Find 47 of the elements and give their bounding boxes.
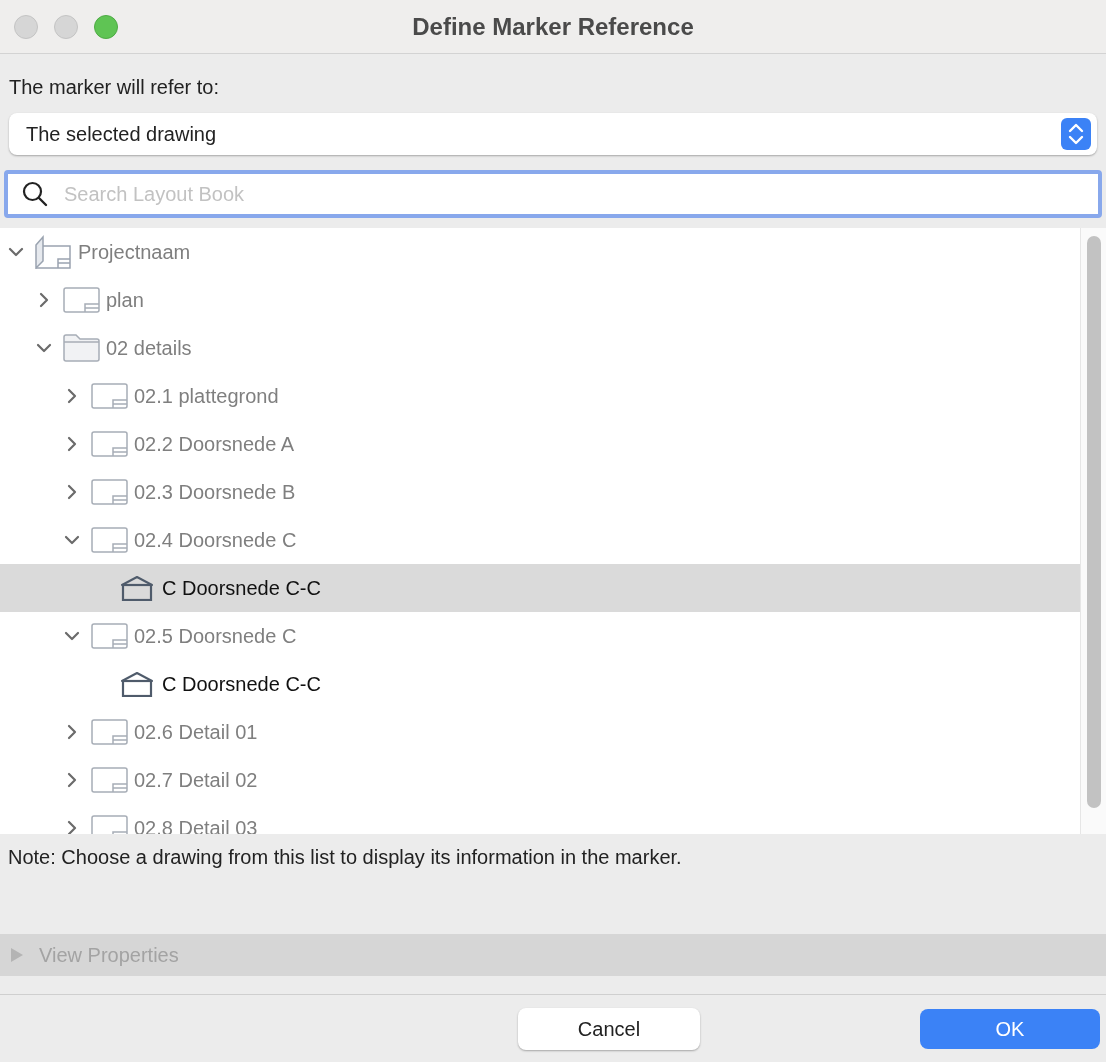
tree-row[interactable]: 02.1 plattegrond xyxy=(0,372,1080,420)
cancel-button[interactable]: Cancel xyxy=(518,1007,700,1050)
search-icon xyxy=(22,181,48,207)
stepper-icon xyxy=(1061,118,1091,150)
tree-row[interactable]: 02.2 Doorsnede A xyxy=(0,420,1080,468)
layout-sheet-icon xyxy=(90,623,128,649)
tree-row[interactable]: 02.6 Detail 01 xyxy=(0,708,1080,756)
tree-row[interactable]: Projectnaam xyxy=(0,228,1080,276)
layout-sheet-icon xyxy=(90,767,128,793)
search-field[interactable]: Search Layout Book xyxy=(4,170,1102,218)
ok-button[interactable]: OK xyxy=(920,1008,1100,1049)
chevron-right-icon[interactable] xyxy=(39,292,49,308)
tree-row[interactable]: 02.7 Detail 02 xyxy=(0,756,1080,804)
tree-row[interactable]: 02.4 Doorsnede C xyxy=(0,516,1080,564)
tree-row[interactable]: 02.3 Doorsnede B xyxy=(0,468,1080,516)
folder-icon xyxy=(62,334,100,362)
refer-label: The marker will refer to: xyxy=(8,75,221,100)
section-icon xyxy=(120,575,154,601)
window-title: Define Marker Reference xyxy=(412,11,694,42)
tree-row[interactable]: C Doorsnede C-C xyxy=(0,660,1080,708)
layout-sheet-icon xyxy=(90,383,128,409)
layout-sheet-icon xyxy=(90,527,128,553)
scrollbar[interactable] xyxy=(1080,228,1106,834)
layout-sheet-icon xyxy=(90,431,128,457)
chevron-right-icon[interactable] xyxy=(67,772,77,788)
layout-sheet-icon xyxy=(90,479,128,505)
chevron-right-icon[interactable] xyxy=(67,724,77,740)
layout-sheet-icon xyxy=(90,815,128,834)
tree-row[interactable]: C Doorsnede C-C xyxy=(0,564,1080,612)
tree-row[interactable]: 02.5 Doorsnede C xyxy=(0,612,1080,660)
layout-sheet-icon xyxy=(62,287,100,313)
chevron-right-icon[interactable] xyxy=(67,388,77,404)
disclosure-triangle-icon xyxy=(10,947,24,963)
chevron-right-icon[interactable] xyxy=(67,484,77,500)
note-text: Note: Choose a drawing from this list to display its information in the marker. xyxy=(7,845,683,870)
chevron-right-icon[interactable] xyxy=(67,820,77,834)
tree-row[interactable]: 02 details xyxy=(0,324,1080,372)
refer-dropdown[interactable]: The selected drawing xyxy=(9,113,1097,155)
chevron-right-icon[interactable] xyxy=(67,436,77,452)
chevron-down-icon[interactable] xyxy=(64,535,80,545)
chevron-down-icon[interactable] xyxy=(8,247,24,257)
section-icon xyxy=(120,671,154,697)
layout-book-icon xyxy=(34,235,72,269)
tree-row[interactable]: plan xyxy=(0,276,1080,324)
chevron-down-icon[interactable] xyxy=(36,343,52,353)
chevron-down-icon[interactable] xyxy=(64,631,80,641)
layout-sheet-icon xyxy=(90,719,128,745)
